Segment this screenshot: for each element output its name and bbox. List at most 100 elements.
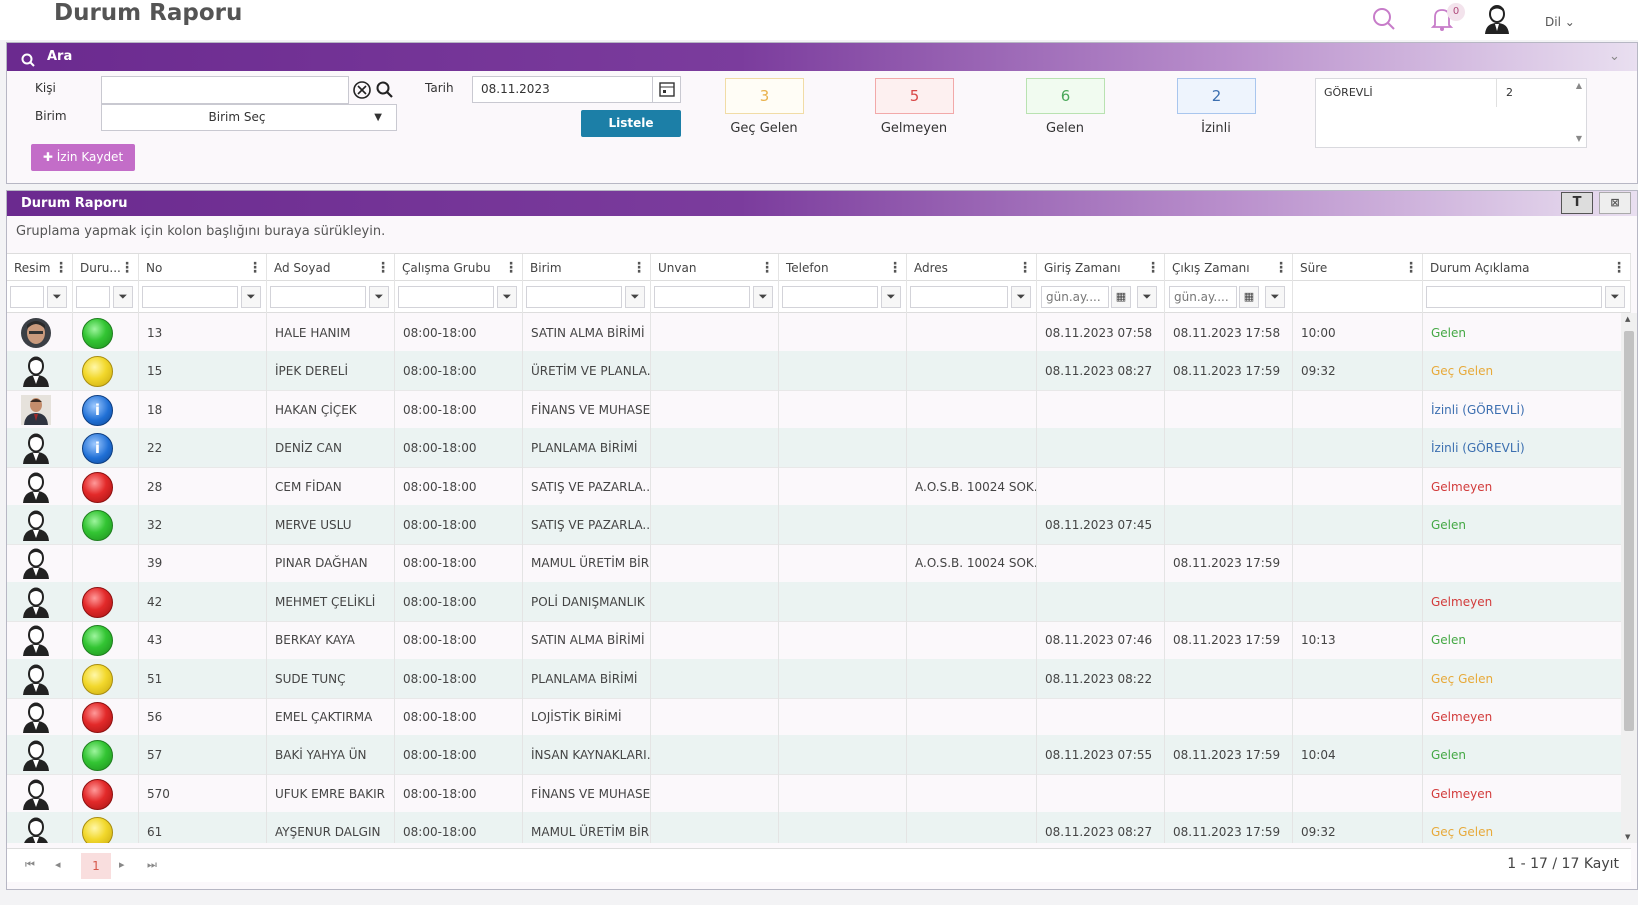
column-menu-icon[interactable]: ⋮ — [1146, 254, 1160, 282]
col-header-adres[interactable]: Adres ⋮ — [907, 254, 1037, 282]
filter-icon[interactable]: ⏷ — [113, 286, 133, 308]
table-row[interactable]: 56 EMEL ÇAKTIRMA 08:00-18:00 LOJİSTİK BİRİM… — [7, 697, 1621, 737]
column-menu-icon[interactable]: ⋮ — [1274, 254, 1288, 282]
scroll-thumb[interactable] — [1624, 331, 1634, 731]
cell-no: 43 — [139, 620, 267, 661]
table-row[interactable]: 42 MEHMET ÇELİKLİ 08:00-18:00 POLİ DANIŞMAN… — [7, 581, 1621, 622]
filter-icon[interactable]: ⏷ — [369, 286, 389, 308]
table-row[interactable]: 13 HALE HANIM 08:00-18:00 SATIN ALMA BİRİMİ… — [7, 313, 1621, 353]
table-row[interactable]: 43 BERKAY KAYA 08:00-18:00 SATIN ALMA BİRİM… — [7, 620, 1621, 661]
clear-icon[interactable] — [352, 80, 372, 104]
avatar-cell — [7, 313, 73, 353]
col-header-telefon[interactable]: Telefon ⋮ — [779, 254, 907, 282]
col-header-no[interactable]: No ⋮ — [139, 254, 267, 282]
table-row[interactable]: 51 SUDE TUNÇ 08:00-18:00 PLANLAMA BİRİMİ 08.… — [7, 658, 1621, 699]
column-menu-icon[interactable]: ⋮ — [504, 254, 518, 282]
prev-page-icon[interactable]: ◂ — [55, 858, 61, 871]
search-icon[interactable] — [1372, 6, 1396, 36]
text-export-icon[interactable]: T — [1561, 192, 1593, 214]
date-filter-input[interactable]: gün.ay.... — [1169, 286, 1237, 308]
filter-input[interactable] — [782, 286, 878, 308]
gec-gelen-label: Geç Gelen — [730, 121, 798, 136]
current-page[interactable]: 1 — [81, 853, 111, 879]
column-menu-icon[interactable]: ⋮ — [120, 254, 134, 282]
filter-input[interactable] — [1426, 286, 1602, 308]
filter-icon[interactable]: ⏷ — [1011, 286, 1031, 308]
filter-icon[interactable]: ⏷ — [881, 286, 901, 308]
filter-icon[interactable]: ⏷ — [625, 286, 645, 308]
col-header-cikis-zamani[interactable]: Çıkış Zamanı ⋮ — [1165, 254, 1293, 282]
column-menu-icon[interactable]: ⋮ — [888, 254, 902, 282]
column-menu-icon[interactable]: ⋮ — [376, 254, 390, 282]
scroll-down-icon[interactable]: ▼ — [1625, 833, 1630, 841]
column-menu-icon[interactable]: ⋮ — [1404, 254, 1418, 282]
col-header-durum-aciklama[interactable]: Durum Açıklama ⋮ — [1423, 254, 1631, 282]
filter-input[interactable] — [270, 286, 366, 308]
table-row[interactable]: 570 UFUK EMRE BAKIR 08:00-18:00 FİNANS VE M… — [7, 773, 1621, 814]
table-row[interactable]: 39 PINAR DAĞHAN 08:00-18:00 MAMUL ÜRETİM Bİ… — [7, 543, 1621, 584]
next-page-icon[interactable]: ▸ — [119, 858, 125, 871]
gorevli-list[interactable]: GÖREVLİ 2 ▲ ▼ — [1315, 78, 1587, 148]
calendar-icon[interactable]: ▦ — [1111, 286, 1131, 308]
table-row[interactable]: 61 AYŞENUR DALGIN 08:00-18:00 MAMUL ÜRETİM … — [7, 812, 1621, 843]
scroll-up-icon[interactable]: ▲ — [1625, 315, 1630, 323]
col-header-calisma-grubu[interactable]: Çalışma Grubu ⋮ — [395, 254, 523, 282]
filter-icon[interactable]: ⏷ — [47, 286, 67, 308]
col-header-birim[interactable]: Birim ⋮ — [523, 254, 651, 282]
calendar-icon[interactable] — [652, 77, 680, 102]
col-header-durum[interactable]: Duru... ⋮ — [73, 254, 139, 282]
filter-input[interactable] — [142, 286, 238, 308]
filter-input[interactable] — [398, 286, 494, 308]
col-header-giris-zamani[interactable]: Giriş Zamanı ⋮ — [1037, 254, 1165, 282]
grid-body[interactable]: 13 HALE HANIM 08:00-18:00 SATIN ALMA BİRİMİ… — [7, 313, 1621, 843]
first-page-icon[interactable]: ⏮ — [25, 858, 35, 872]
scroll-up-icon[interactable]: ▲ — [1576, 81, 1582, 90]
col-header-resim[interactable]: Resim ⋮ — [7, 254, 73, 282]
column-menu-icon[interactable]: ⋮ — [632, 254, 646, 282]
last-page-icon[interactable]: ⏭ — [147, 858, 157, 872]
search-panel-header[interactable]: Ara ⌄ — [7, 43, 1637, 71]
filter-input[interactable] — [10, 286, 44, 308]
column-menu-icon[interactable]: ⋮ — [54, 254, 68, 282]
filter-input[interactable] — [526, 286, 622, 308]
filter-input[interactable] — [76, 286, 110, 308]
col-header-sure[interactable]: Süre ⋮ — [1293, 254, 1423, 282]
filter-input[interactable] — [910, 286, 1008, 308]
col-header-unvan[interactable]: Unvan ⋮ — [651, 254, 779, 282]
calendar-icon[interactable]: ▦ — [1239, 286, 1259, 308]
table-row[interactable]: 15 İPEK DERELİ 08:00-18:00 ÜRETİM VE PLANLA… — [7, 351, 1621, 392]
filter-icon[interactable]: ⏷ — [241, 286, 261, 308]
filter-icon[interactable]: ⏷ — [1137, 286, 1157, 308]
filter-icon[interactable]: ⏷ — [1265, 286, 1285, 308]
filter-input[interactable] — [654, 286, 750, 308]
birim-select[interactable]: Birim Seç ▼ — [101, 104, 397, 131]
cell-calisma-grubu: 08:00-18:00 — [395, 389, 523, 430]
tarih-input[interactable]: 08.11.2023 — [472, 76, 681, 103]
column-menu-icon[interactable]: ⋮ — [248, 254, 262, 282]
table-row[interactable]: i 22 DENİZ CAN 08:00-18:00 PLANLAMA BİRİMİ İz… — [7, 428, 1621, 469]
table-row[interactable]: 32 MERVE USLU 08:00-18:00 SATIŞ VE PAZARLA.… — [7, 505, 1621, 545]
column-menu-icon[interactable]: ⋮ — [1612, 254, 1626, 282]
collapse-icon[interactable]: ⌄ — [1609, 43, 1620, 71]
excel-export-icon[interactable]: ⊠ — [1599, 192, 1631, 214]
table-row[interactable]: 28 CEM FİDAN 08:00-18:00 SATIŞ VE PAZARLA..… — [7, 466, 1621, 507]
date-filter-input[interactable]: gün.ay.... — [1041, 286, 1109, 308]
column-menu-icon[interactable]: ⋮ — [760, 254, 774, 282]
col-header-ad-soyad[interactable]: Ad Soyad ⋮ — [267, 254, 395, 282]
user-avatar-icon[interactable] — [1484, 4, 1510, 38]
status-cell — [73, 313, 139, 353]
language-selector[interactable]: Dil ⌄ — [1545, 15, 1575, 29]
kisi-search-icon[interactable] — [376, 80, 394, 104]
table-row[interactable]: i 18 HAKAN ÇİÇEK 08:00-18:00 FİNANS VE MUHAS… — [7, 389, 1621, 430]
avatar-cell — [7, 428, 73, 469]
filter-icon[interactable]: ⏷ — [497, 286, 517, 308]
column-menu-icon[interactable]: ⋮ — [1018, 254, 1032, 282]
filter-icon[interactable]: ⏷ — [1605, 286, 1625, 308]
listele-button[interactable]: Listele — [581, 110, 681, 137]
izin-kaydet-button[interactable]: ✚ İzin Kaydet — [31, 144, 135, 171]
grid-scrollbar[interactable]: ▲ ▼ — [1621, 313, 1637, 843]
table-row[interactable]: 57 BAKİ YAHYA ÜN 08:00-18:00 İNSAN KAYNAKLA… — [7, 735, 1621, 776]
scroll-down-icon[interactable]: ▼ — [1576, 134, 1582, 143]
filter-icon[interactable]: ⏷ — [753, 286, 773, 308]
kisi-input[interactable] — [101, 76, 349, 104]
